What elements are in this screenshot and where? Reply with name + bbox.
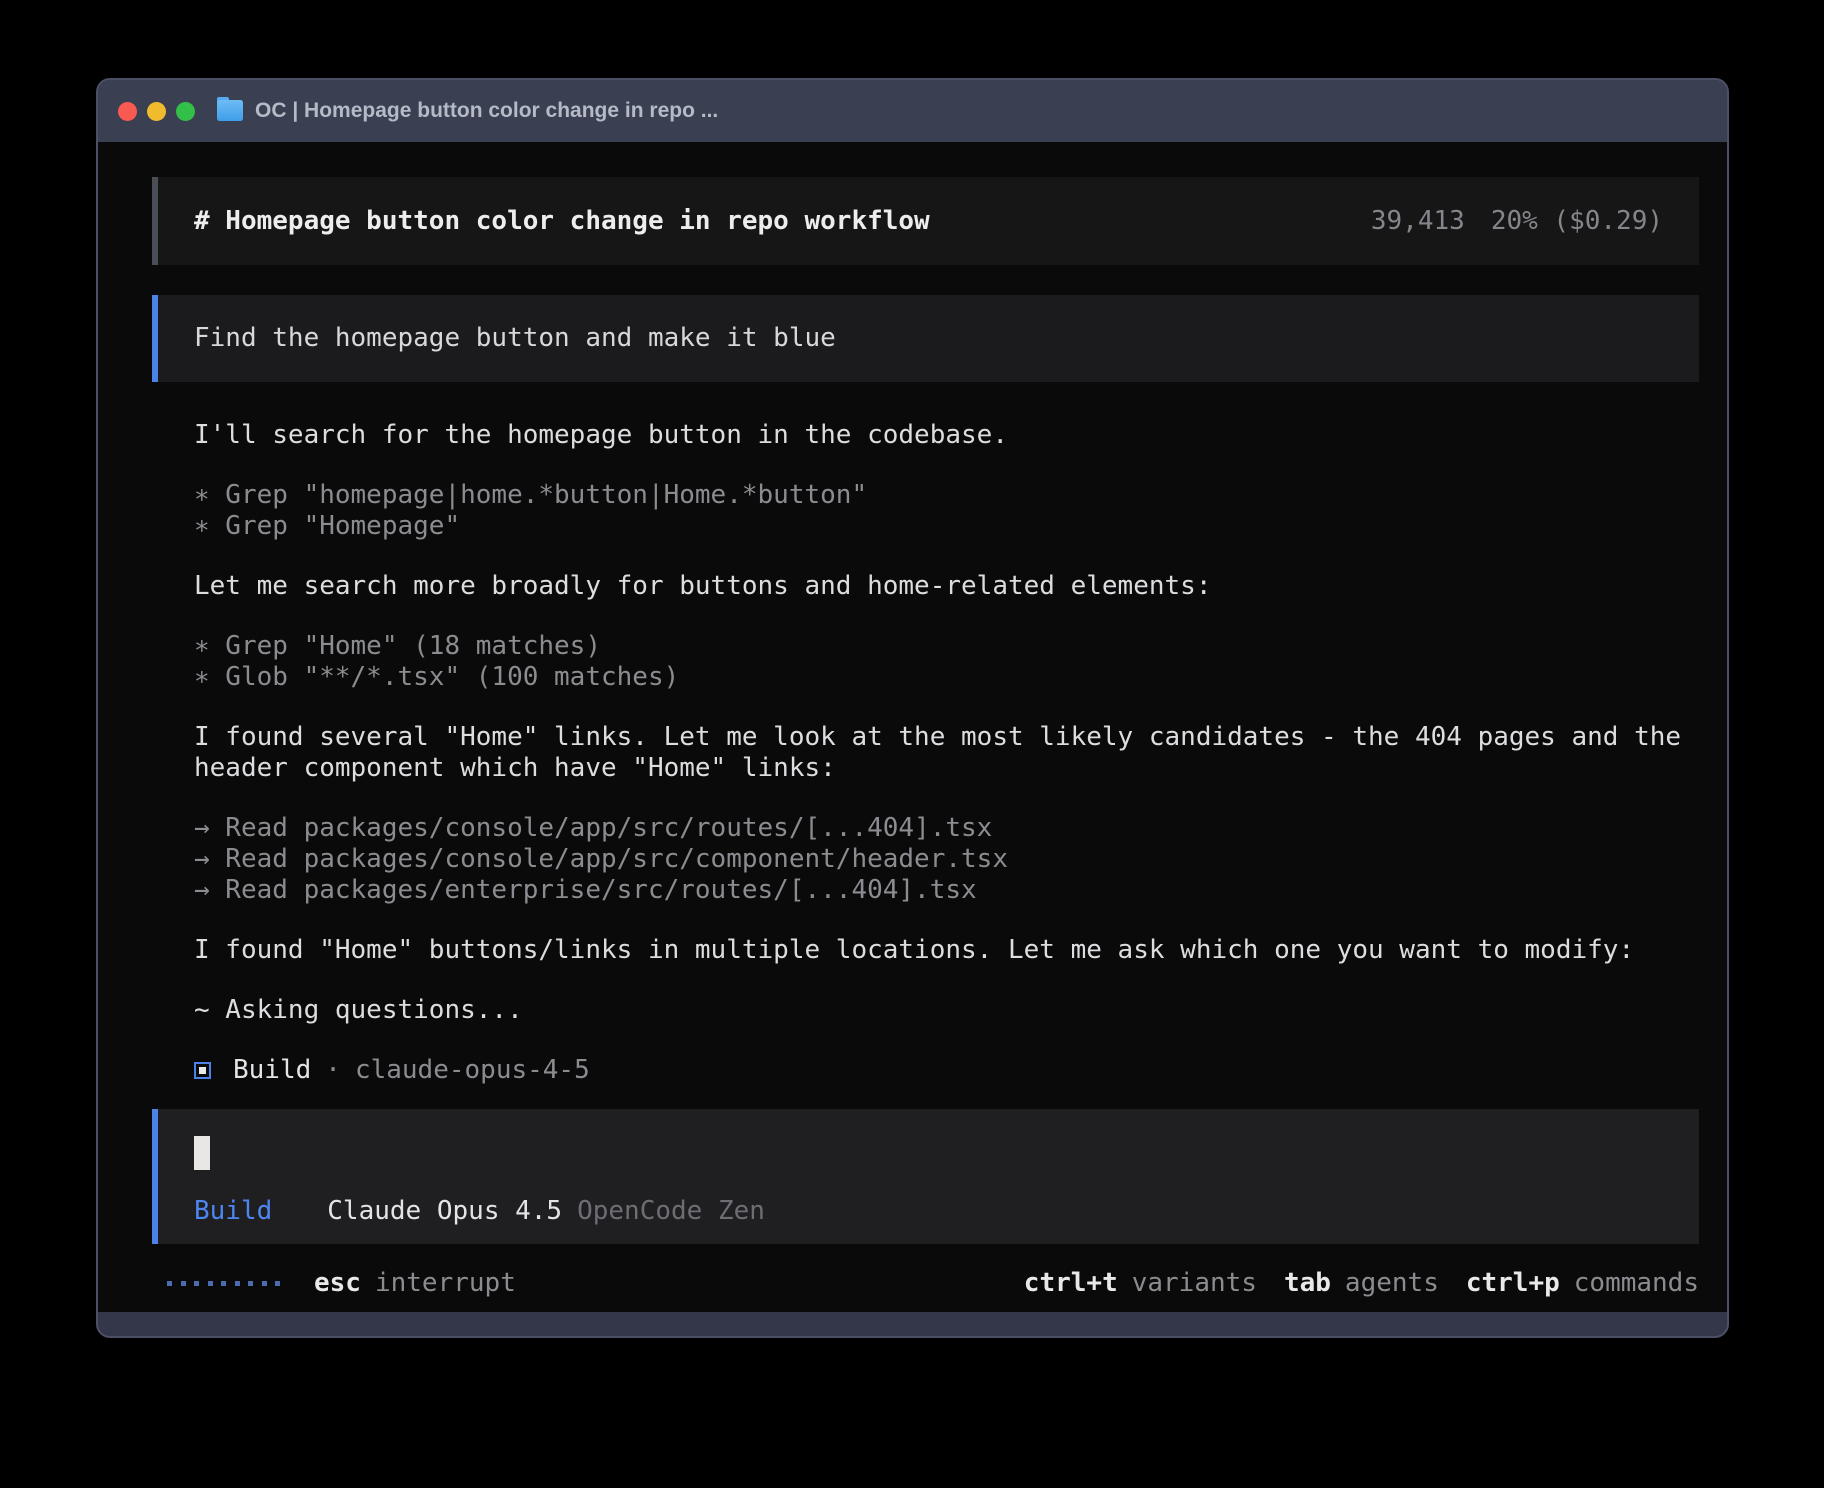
- terminal-window: OC | Homepage button color change in rep…: [96, 78, 1729, 1338]
- progress-dots-icon: [167, 1281, 280, 1286]
- tool-call-list: ∗ Grep "Home" (18 matches) ∗ Glob "**/*.…: [194, 631, 1699, 693]
- tool-call-list: ∗ Grep "homepage|home.*button|Home.*butt…: [194, 480, 1699, 542]
- agent-name: Build: [233, 1055, 311, 1086]
- working-status: ~ Asking questions...: [194, 995, 1699, 1026]
- shortcut-key-ctrl-p[interactable]: ctrl+p: [1466, 1268, 1560, 1299]
- folder-icon: [217, 101, 243, 122]
- tool-call-list: → Read packages/console/app/src/routes/[…: [194, 813, 1699, 906]
- input-provider-label: OpenCode Zen: [577, 1196, 765, 1227]
- shortcut-variants: ctrl+t variants: [1024, 1268, 1257, 1299]
- input-meta: Build Claude Opus 4.5 OpenCode Zen: [194, 1196, 1663, 1227]
- agent-badge-icon: [194, 1062, 211, 1079]
- close-button[interactable]: [118, 102, 137, 121]
- status-bar-left: esc interrupt: [167, 1268, 516, 1299]
- assistant-text: I'll search for the homepage button in t…: [194, 420, 1699, 451]
- text-cursor: [194, 1136, 210, 1170]
- shortcut-key-esc[interactable]: esc: [314, 1268, 361, 1299]
- input-model-label[interactable]: Claude Opus 4.5: [327, 1196, 562, 1227]
- status-bar: esc interrupt ctrl+t variants tab agents…: [152, 1268, 1699, 1299]
- agent-status-row: Build · claude-opus-4-5: [194, 1055, 1699, 1086]
- input-agent-label[interactable]: Build: [194, 1196, 272, 1227]
- user-message: Find the homepage button and make it blu…: [152, 295, 1699, 382]
- token-count: 39,413: [1371, 206, 1465, 237]
- agent-model: claude-opus-4-5: [355, 1055, 590, 1086]
- assistant-text: Let me search more broadly for buttons a…: [194, 571, 1699, 602]
- session-title: # Homepage button color change in repo w…: [194, 206, 930, 237]
- separator-dot: ·: [325, 1055, 341, 1086]
- shortcut-label-commands: commands: [1574, 1268, 1699, 1299]
- context-usage-cost: 20% ($0.29): [1491, 206, 1663, 237]
- shortcut-label-agents: agents: [1345, 1268, 1439, 1299]
- assistant-text: I found "Home" buttons/links in multiple…: [194, 935, 1699, 966]
- shortcut-commands: ctrl+p commands: [1466, 1268, 1699, 1299]
- desktop: OC | Homepage button color change in rep…: [0, 0, 1824, 1488]
- window-title: OC | Homepage button color change in rep…: [255, 99, 718, 123]
- session-header: # Homepage button color change in repo w…: [152, 177, 1699, 265]
- window-titlebar[interactable]: OC | Homepage button color change in rep…: [98, 80, 1727, 142]
- shortcut-key-ctrl-t[interactable]: ctrl+t: [1024, 1268, 1118, 1299]
- maximize-button[interactable]: [176, 102, 195, 121]
- window-bottom-edge: [98, 1312, 1727, 1336]
- shortcut-agents: tab agents: [1284, 1268, 1439, 1299]
- traffic-lights: [118, 102, 195, 121]
- assistant-text: I found several "Home" links. Let me loo…: [194, 722, 1699, 784]
- minimize-button[interactable]: [147, 102, 166, 121]
- shortcut-label-variants: variants: [1132, 1268, 1257, 1299]
- user-message-text: Find the homepage button and make it blu…: [194, 323, 836, 354]
- shortcut-label-interrupt: interrupt: [375, 1268, 516, 1299]
- terminal-content: # Homepage button color change in repo w…: [98, 142, 1727, 1312]
- session-stats: 39,413 20% ($0.29): [1371, 206, 1663, 237]
- prompt-input[interactable]: Build Claude Opus 4.5 OpenCode Zen: [152, 1109, 1699, 1244]
- shortcut-key-tab[interactable]: tab: [1284, 1268, 1331, 1299]
- status-bar-right: ctrl+t variants tab agents ctrl+p comman…: [997, 1268, 1699, 1299]
